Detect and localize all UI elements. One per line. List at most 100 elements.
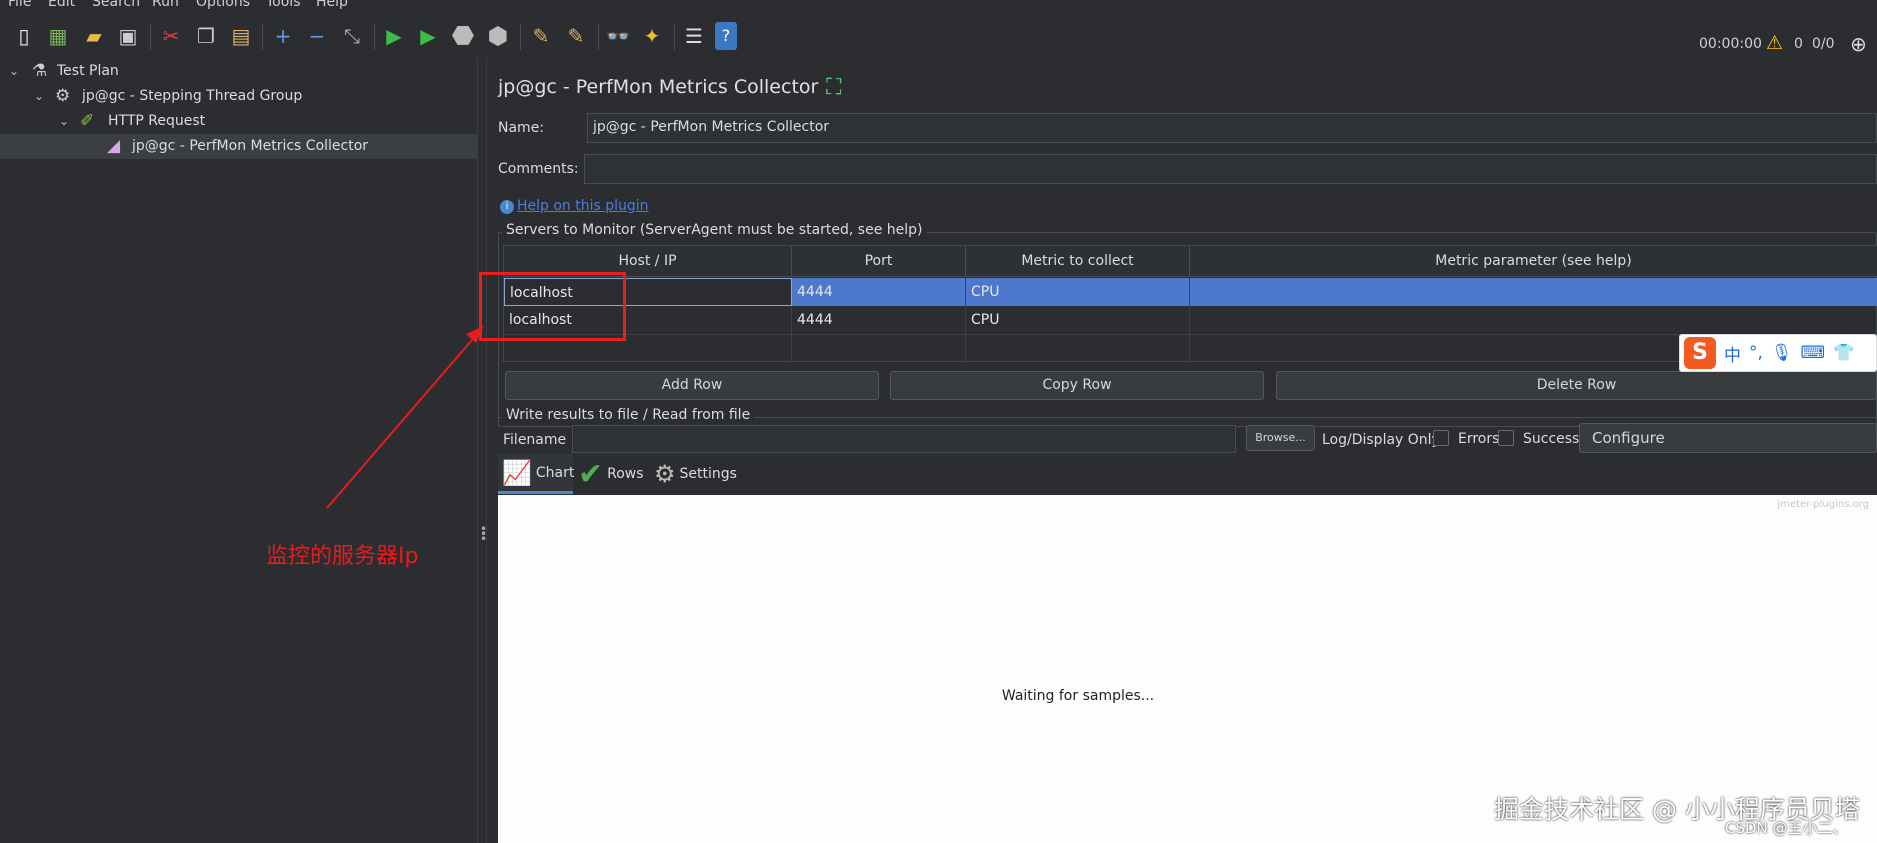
stop-icon[interactable]: ⬣ bbox=[449, 22, 477, 50]
expand-all-icon[interactable]: + bbox=[269, 22, 297, 50]
copy-icon[interactable]: ❐ bbox=[192, 22, 220, 50]
templates-icon[interactable]: ▦ bbox=[44, 22, 72, 50]
table-row[interactable]: localhost 4444 CPU bbox=[504, 306, 1877, 334]
start-no-pauses-icon[interactable]: ▶ bbox=[414, 22, 442, 50]
tab-label: Chart bbox=[535, 464, 575, 481]
tree-item-http-request[interactable]: ⌄ ✐ HTTP Request bbox=[0, 109, 477, 134]
metric-cell[interactable]: CPU bbox=[966, 306, 1190, 334]
thread-count: 0/0 bbox=[1812, 36, 1835, 52]
annotation-text: 监控的服务器Ip bbox=[266, 544, 419, 569]
fullscreen-icon[interactable]: ⛶ bbox=[826, 75, 841, 100]
skin-icon[interactable]: 👕 bbox=[1833, 343, 1854, 363]
ime-punct[interactable]: °, bbox=[1749, 343, 1763, 363]
column-header-port[interactable]: Port bbox=[792, 246, 966, 277]
tree-label: HTTP Request bbox=[108, 113, 206, 129]
copy-row-button[interactable]: Copy Row bbox=[890, 371, 1264, 400]
add-row-button[interactable]: Add Row bbox=[505, 371, 879, 400]
toolbar: ▯ ▦ ▰ ▣ ✂ ❐ ▤ + − ⤡ ▶ ▶ ⬣ ⬢ ✎ ✎ 👓 ✦ ☰ ? … bbox=[0, 12, 1877, 62]
checkmark-icon: ✔ bbox=[578, 456, 604, 492]
cut-icon[interactable]: ✂ bbox=[157, 22, 185, 50]
clear-icon[interactable]: ✎ bbox=[527, 22, 555, 50]
tab-settings[interactable]: ⚙ Settings bbox=[654, 454, 744, 494]
filename-label: Filename bbox=[503, 432, 567, 448]
open-icon[interactable]: ▰ bbox=[80, 22, 108, 50]
chevron-down-icon[interactable]: ⌄ bbox=[34, 84, 44, 109]
menu-bar: File Edit Search Run Options Tools Help bbox=[0, 0, 1877, 12]
port-cell[interactable]: 4444 bbox=[792, 278, 966, 306]
help-link-text: Help on this plugin bbox=[517, 198, 649, 214]
ime-lang[interactable]: 中 bbox=[1724, 341, 1741, 366]
errors-label: Errors bbox=[1458, 431, 1500, 447]
gear-icon: ⚙ bbox=[654, 460, 676, 488]
table-row[interactable]: localhost 4444 CPU bbox=[504, 278, 1877, 306]
csdn-watermark: CSDN @王小二、 bbox=[1725, 819, 1848, 837]
collapse-all-icon[interactable]: − bbox=[303, 22, 331, 50]
remote-icon[interactable]: ⊕ bbox=[1850, 32, 1867, 56]
test-plan-tree: ⌄ ⚗ Test Plan ⌄ ⚙ jp@gc - Stepping Threa… bbox=[0, 57, 477, 843]
param-cell[interactable] bbox=[1190, 306, 1877, 334]
delete-row-button[interactable]: Delete Row bbox=[1276, 371, 1877, 400]
menu-tools[interactable]: Tools bbox=[266, 0, 301, 10]
column-header-metric[interactable]: Metric to collect bbox=[966, 246, 1190, 277]
toggle-icon[interactable]: ⤡ bbox=[338, 22, 366, 50]
browse-button[interactable]: Browse... bbox=[1246, 425, 1315, 451]
annotation-box bbox=[479, 272, 626, 341]
menu-help[interactable]: Help bbox=[316, 0, 348, 10]
chart-watermark: jmeter-plugins.org bbox=[1777, 499, 1869, 510]
tab-chart[interactable]: 📈 Chart bbox=[498, 454, 575, 494]
tree-label: Test Plan bbox=[57, 63, 119, 79]
flask-icon: ⚗ bbox=[32, 61, 48, 81]
chevron-down-icon[interactable]: ⌄ bbox=[9, 59, 19, 84]
tree-item-test-plan[interactable]: ⌄ ⚗ Test Plan bbox=[0, 59, 477, 84]
reset-search-icon[interactable]: ✦ bbox=[638, 22, 666, 50]
elapsed-timer: 00:00:00 bbox=[1699, 36, 1762, 52]
chevron-down-icon[interactable]: ⌄ bbox=[59, 109, 69, 134]
shutdown-icon[interactable]: ⬢ bbox=[484, 22, 512, 50]
servers-group-title: Servers to Monitor (ServerAgent must be … bbox=[502, 222, 927, 238]
save-icon[interactable]: ▣ bbox=[114, 22, 142, 50]
chart-icon: ◢ bbox=[107, 136, 121, 156]
help-link[interactable]: i Help on this plugin bbox=[500, 198, 649, 214]
splitter-handle[interactable]: • • • bbox=[477, 57, 487, 843]
clear-all-icon[interactable]: ✎ bbox=[562, 22, 590, 50]
tab-label: Settings bbox=[679, 466, 737, 482]
menu-options[interactable]: Options bbox=[196, 0, 250, 10]
menu-search[interactable]: Search bbox=[92, 0, 140, 10]
search-icon[interactable]: 👓 bbox=[604, 22, 632, 50]
tab-label: Rows bbox=[607, 466, 644, 482]
column-header-param[interactable]: Metric parameter (see help) bbox=[1190, 246, 1877, 277]
successes-checkbox[interactable] bbox=[1498, 430, 1514, 446]
function-helper-icon[interactable]: ☰ bbox=[680, 22, 708, 50]
menu-edit[interactable]: Edit bbox=[48, 0, 75, 10]
file-group-title: Write results to file / Read from file bbox=[502, 407, 755, 423]
microphone-icon[interactable]: 🎙 bbox=[1771, 343, 1793, 363]
filename-field[interactable] bbox=[572, 425, 1236, 453]
new-icon[interactable]: ▯ bbox=[10, 22, 38, 50]
keyboard-icon[interactable]: ⌨ bbox=[1801, 343, 1826, 363]
errors-checkbox[interactable] bbox=[1433, 430, 1449, 446]
warning-icon[interactable]: ⚠ bbox=[1766, 32, 1783, 54]
menu-file[interactable]: File bbox=[8, 0, 31, 10]
port-cell[interactable]: 4444 bbox=[792, 306, 966, 334]
ime-toolbar[interactable]: S 中 °, 🎙 ⌨ 👕 bbox=[1679, 334, 1877, 372]
name-label: Name: bbox=[498, 120, 545, 136]
tree-item-perfmon[interactable]: ◢ jp@gc - PerfMon Metrics Collector bbox=[0, 134, 477, 159]
servers-table: Host / IP Port Metric to collect Metric … bbox=[503, 245, 1877, 363]
sogou-logo: S bbox=[1684, 337, 1716, 369]
paste-icon[interactable]: ▤ bbox=[227, 22, 255, 50]
tab-rows[interactable]: ✔ Rows bbox=[578, 454, 652, 494]
gear-icon: ⚙ bbox=[55, 86, 71, 106]
name-field[interactable]: jp@gc - PerfMon Metrics Collector bbox=[587, 113, 1877, 143]
waiting-message: Waiting for samples... bbox=[1001, 688, 1155, 704]
metric-cell[interactable]: CPU bbox=[966, 278, 1190, 306]
configure-button[interactable]: Configure bbox=[1579, 423, 1877, 453]
start-icon[interactable]: ▶ bbox=[380, 22, 408, 50]
table-row-empty bbox=[504, 334, 1877, 363]
param-cell[interactable] bbox=[1190, 278, 1877, 306]
tree-label: jp@gc - Stepping Thread Group bbox=[82, 88, 303, 104]
tree-item-thread-group[interactable]: ⌄ ⚙ jp@gc - Stepping Thread Group bbox=[0, 84, 477, 109]
help-icon[interactable]: ? bbox=[715, 22, 737, 50]
jmeter-window: File Edit Search Run Options Tools Help … bbox=[0, 0, 1877, 843]
comments-field[interactable] bbox=[584, 154, 1877, 184]
menu-run[interactable]: Run bbox=[152, 0, 179, 10]
